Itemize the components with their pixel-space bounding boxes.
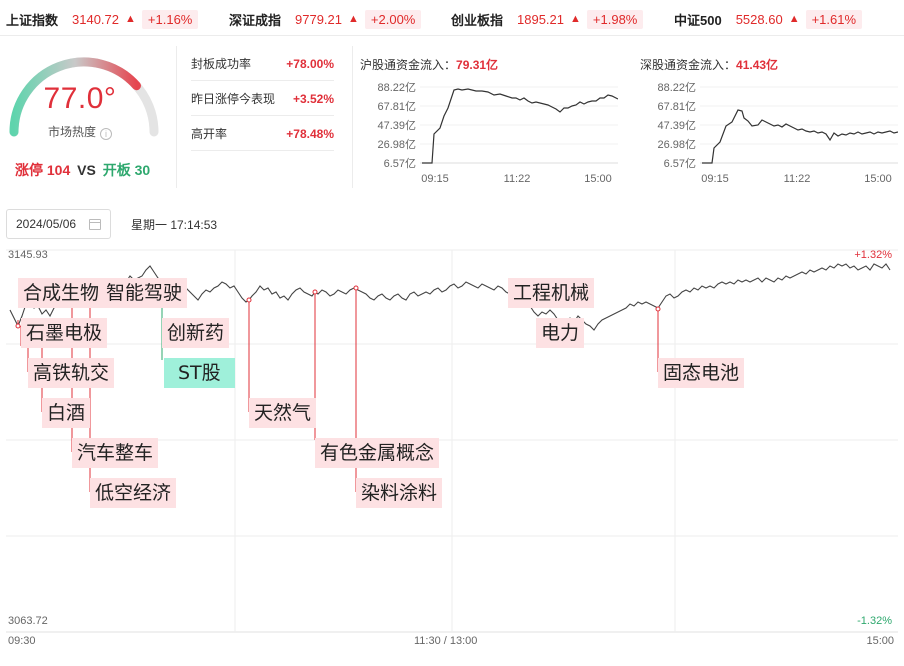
index-change: +1.16% bbox=[141, 9, 199, 29]
index-change: +1.98% bbox=[586, 9, 644, 29]
market-heat-value: 77.0° bbox=[43, 82, 117, 115]
x-tick: 09:15 bbox=[421, 173, 449, 185]
stat-label: 昨日涨停今表现 bbox=[191, 92, 276, 106]
theme-tag[interactable]: 汽车整车 bbox=[72, 438, 159, 468]
stat-seal-rate: 封板成功率 +78.00% bbox=[191, 47, 334, 81]
inflow-title: 沪股通资金流入： bbox=[360, 58, 457, 72]
arrow-up-icon: ▲ bbox=[348, 13, 359, 25]
x-tick: 11:22 bbox=[784, 173, 811, 185]
stat-value: +3.52% bbox=[292, 91, 334, 106]
index-name: 深证成指 bbox=[229, 12, 282, 28]
inflow-amount: 41.43亿 bbox=[736, 58, 779, 72]
index-value: 9779.21 bbox=[295, 11, 343, 27]
y-tick: 88.22亿 bbox=[377, 81, 416, 94]
open-board-count: 30 bbox=[134, 162, 151, 178]
inflow-amount: 79.31亿 bbox=[456, 58, 499, 72]
theme-tag[interactable]: 工程机械 bbox=[508, 278, 595, 308]
y-tick: 6.57亿 bbox=[664, 157, 696, 170]
theme-tag[interactable]: 石墨电极 bbox=[21, 318, 108, 348]
arrow-up-icon: ▲ bbox=[788, 13, 800, 25]
y-tick: 6.57亿 bbox=[384, 157, 416, 170]
index-value: 3140.72 bbox=[72, 11, 120, 27]
x-tick: 11:22 bbox=[504, 173, 531, 185]
hk-sh-inflow-title: 沪股通资金流入：79.31亿 bbox=[360, 56, 498, 73]
index-bar: 上证指数 3140.72 ▲ +1.16% 深证成指 9779.21 ▲ +2.… bbox=[0, 0, 904, 36]
stat-value: +78.48% bbox=[286, 126, 334, 141]
theme-tag[interactable]: 智能驾驶 bbox=[101, 278, 188, 308]
theme-tag[interactable]: 合成生物 bbox=[18, 278, 105, 308]
theme-tag[interactable]: 白酒 bbox=[42, 398, 91, 428]
theme-tag[interactable]: 天然气 bbox=[249, 398, 317, 428]
index-name: 上证指数 bbox=[6, 12, 59, 28]
theme-tag[interactable]: 电力 bbox=[536, 318, 585, 348]
current-time: 星期一 17:14:53 bbox=[131, 218, 218, 232]
theme-tag[interactable]: 染料涂料 bbox=[356, 478, 443, 508]
theme-tag[interactable]: 高铁轨交 bbox=[28, 358, 115, 388]
date-value: 2024/05/06 bbox=[16, 217, 77, 231]
arrow-up-icon: ▲ bbox=[125, 13, 136, 25]
y-axis-top: 3145.93 bbox=[8, 249, 48, 261]
limit-up-count: 104 bbox=[46, 162, 71, 178]
y-tick: 67.81亿 bbox=[657, 100, 696, 113]
index-name: 创业板指 bbox=[451, 12, 504, 28]
theme-tag[interactable]: ST股 bbox=[164, 358, 235, 388]
index-value: 1895.21 bbox=[517, 11, 565, 27]
stat-high-open-rate: 高开率 +78.48% bbox=[191, 117, 334, 151]
intraday-theme-chart: 3145.93 3063.72 +1.32% -1.32% 09:30 11:3… bbox=[0, 242, 904, 666]
info-icon[interactable]: i bbox=[100, 128, 112, 140]
stat-label: 封板成功率 bbox=[191, 57, 252, 71]
theme-tag[interactable]: 有色金属概念 bbox=[315, 438, 440, 468]
index-csi500[interactable]: 中证500 5528.60 ▲ +1.61% bbox=[674, 9, 863, 29]
x-axis-mid: 11:30 / 13:00 bbox=[414, 635, 478, 647]
x-axis-end: 15:00 bbox=[866, 635, 894, 647]
index-name: 中证500 bbox=[674, 12, 722, 28]
arrow-up-icon: ▲ bbox=[570, 13, 581, 25]
index-value: 5528.60 bbox=[735, 11, 783, 27]
calendar-icon[interactable] bbox=[89, 219, 101, 230]
x-axis-start: 09:30 bbox=[8, 635, 36, 647]
stat-label: 高开率 bbox=[191, 127, 228, 141]
date-picker[interactable]: 2024/05/06 bbox=[6, 209, 111, 239]
y-tick: 26.98亿 bbox=[377, 138, 416, 151]
inflow-title: 深股通资金流入： bbox=[640, 58, 737, 72]
inflow-line bbox=[422, 88, 618, 164]
theme-tag[interactable]: 低空经济 bbox=[90, 478, 177, 508]
limit-up-summary: 涨停 104 VS 开板 30 bbox=[15, 160, 150, 180]
theme-tag[interactable]: 创新药 bbox=[162, 318, 230, 348]
index-change: +1.61% bbox=[805, 9, 863, 29]
market-heat-label: 市场热度 i bbox=[0, 123, 160, 140]
stat-value: +78.00% bbox=[286, 56, 334, 71]
open-board-label: 开板 bbox=[102, 162, 131, 178]
pct-axis-top: +1.32% bbox=[854, 249, 892, 261]
divider bbox=[176, 46, 177, 188]
vs-label: VS bbox=[77, 162, 96, 178]
x-tick: 09:15 bbox=[701, 173, 729, 185]
divider bbox=[352, 46, 353, 188]
stat-yesterday-performance: 昨日涨停今表现 +3.52% bbox=[191, 82, 334, 116]
x-tick: 15:00 bbox=[864, 173, 892, 185]
index-shanghai[interactable]: 上证指数 3140.72 ▲ +1.16% bbox=[6, 9, 199, 29]
y-tick: 47.39亿 bbox=[377, 119, 416, 132]
y-tick: 88.22亿 bbox=[657, 81, 696, 94]
market-heat-text: 市场热度 bbox=[47, 125, 96, 139]
theme-tag[interactable]: 固态电池 bbox=[658, 358, 745, 388]
y-tick: 26.98亿 bbox=[657, 138, 696, 151]
y-axis-bottom: 3063.72 bbox=[8, 615, 48, 627]
index-change: +2.00% bbox=[364, 9, 422, 29]
inflow-line bbox=[702, 109, 898, 164]
hk-sz-inflow-title: 深股通资金流入：41.43亿 bbox=[640, 56, 778, 73]
limit-up-label: 涨停 bbox=[15, 162, 43, 178]
y-tick: 47.39亿 bbox=[657, 119, 696, 132]
pct-axis-bottom: -1.32% bbox=[857, 615, 892, 627]
x-tick: 15:00 bbox=[584, 173, 612, 185]
index-shenzhen[interactable]: 深证成指 9779.21 ▲ +2.00% bbox=[229, 9, 422, 29]
index-chinext[interactable]: 创业板指 1895.21 ▲ +1.98% bbox=[451, 9, 644, 29]
y-tick: 67.81亿 bbox=[377, 100, 416, 113]
